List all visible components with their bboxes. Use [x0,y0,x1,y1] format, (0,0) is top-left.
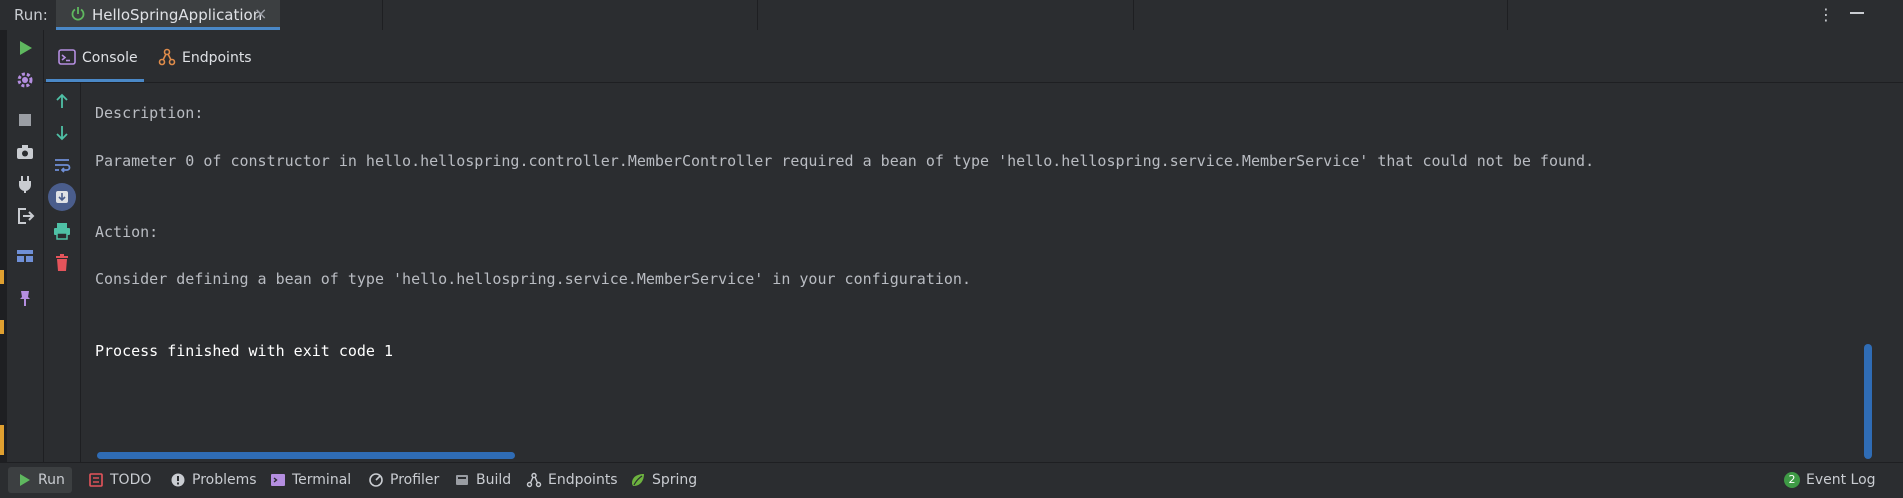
indicator-mark [0,425,4,455]
divider [757,0,758,30]
tool-build-label: Build [476,472,512,488]
scroll-to-end-icon [56,191,68,203]
console-line: Consider defining a bean of type 'hello.… [95,270,971,288]
problems-icon [171,473,185,487]
divider [382,0,383,30]
event-log-badge: 2 [1784,472,1800,488]
todo-icon [89,473,103,487]
horizontal-scrollbar[interactable] [97,452,515,459]
power-icon [71,7,85,21]
tool-profiler-label: Profiler [390,472,440,488]
divider [1507,0,1508,30]
soft-wrap-icon[interactable] [52,155,72,175]
tool-profiler[interactable]: Profiler [360,467,448,493]
tool-run-label: Run [38,472,65,488]
tool-run[interactable]: Run [8,467,72,493]
run-tab-hellospringapplication[interactable]: HelloSpringApplication × [56,0,280,30]
tool-terminal-label: Terminal [292,472,352,488]
camera-icon[interactable] [15,142,35,162]
plug-icon[interactable] [15,174,35,194]
console-line: Action: [95,223,159,241]
tool-todo-label: TODO [110,472,152,488]
console-tab-bar: Console Endpoints [44,30,1903,83]
active-tab-indicator [46,79,144,82]
exit-icon[interactable] [15,206,35,226]
run-icon [20,474,30,486]
tool-event-log[interactable]: 2 Event Log [1780,467,1890,493]
tab-console[interactable]: Console [46,40,154,82]
indicator-mark [0,270,4,284]
tab-console-label: Console [82,50,138,66]
tool-todo[interactable]: TODO [80,467,152,493]
trash-icon[interactable] [52,253,72,273]
vertical-scrollbar[interactable] [1864,344,1872,459]
tool-problems[interactable]: Problems [162,467,258,493]
settings-icon[interactable] [15,70,35,90]
console-toolbar [44,83,81,462]
scroll-to-end-toggle[interactable] [48,183,76,211]
divider [1133,0,1134,30]
run-toolbar [7,30,44,462]
layout-icon[interactable] [15,246,35,266]
minimize-icon[interactable] [1850,12,1864,14]
more-options-icon[interactable]: ⋮ [1818,5,1834,24]
print-icon[interactable] [52,221,72,241]
close-icon[interactable]: × [254,4,267,23]
tab-endpoints-label: Endpoints [182,50,252,66]
console-icon [58,49,76,65]
arrow-down-icon[interactable] [52,123,72,143]
tool-event-log-label: Event Log [1806,472,1876,488]
run-label: Run: [14,6,48,24]
tool-spring-label: Spring [652,472,698,488]
stop-icon[interactable] [15,110,35,130]
console-output[interactable]: Description: Parameter 0 of constructor … [81,83,1871,462]
build-icon [456,475,468,485]
run-tool-window-header: Run: HelloSpringApplication × ⋮ [0,0,1903,31]
profiler-icon [369,473,383,487]
tool-endpoints[interactable]: Endpoints [518,467,620,493]
arrow-up-icon[interactable] [52,91,72,111]
tool-build[interactable]: Build [446,467,516,493]
run-icon[interactable] [15,38,35,58]
console-line: Parameter 0 of constructor in hello.hell… [95,152,1595,170]
console-line-exit: Process finished with exit code 1 [95,342,394,360]
tool-endpoints-label: Endpoints [548,472,618,488]
endpoints-icon [158,48,176,66]
tool-window-bar: Run TODO Problems Terminal Profiler Buil… [0,462,1903,498]
run-tab-title: HelloSpringApplication [92,6,263,24]
tab-endpoints[interactable]: Endpoints [158,40,258,74]
tool-terminal[interactable]: Terminal [262,467,356,493]
pin-icon[interactable] [15,288,35,308]
terminal-icon [271,474,285,486]
endpoints-icon [526,472,542,488]
spring-icon [632,474,644,486]
tool-spring[interactable]: Spring [622,467,702,493]
left-edge-strip [0,30,7,462]
console-line: Description: [95,104,204,122]
tool-problems-label: Problems [192,472,257,488]
indicator-mark [0,320,4,334]
